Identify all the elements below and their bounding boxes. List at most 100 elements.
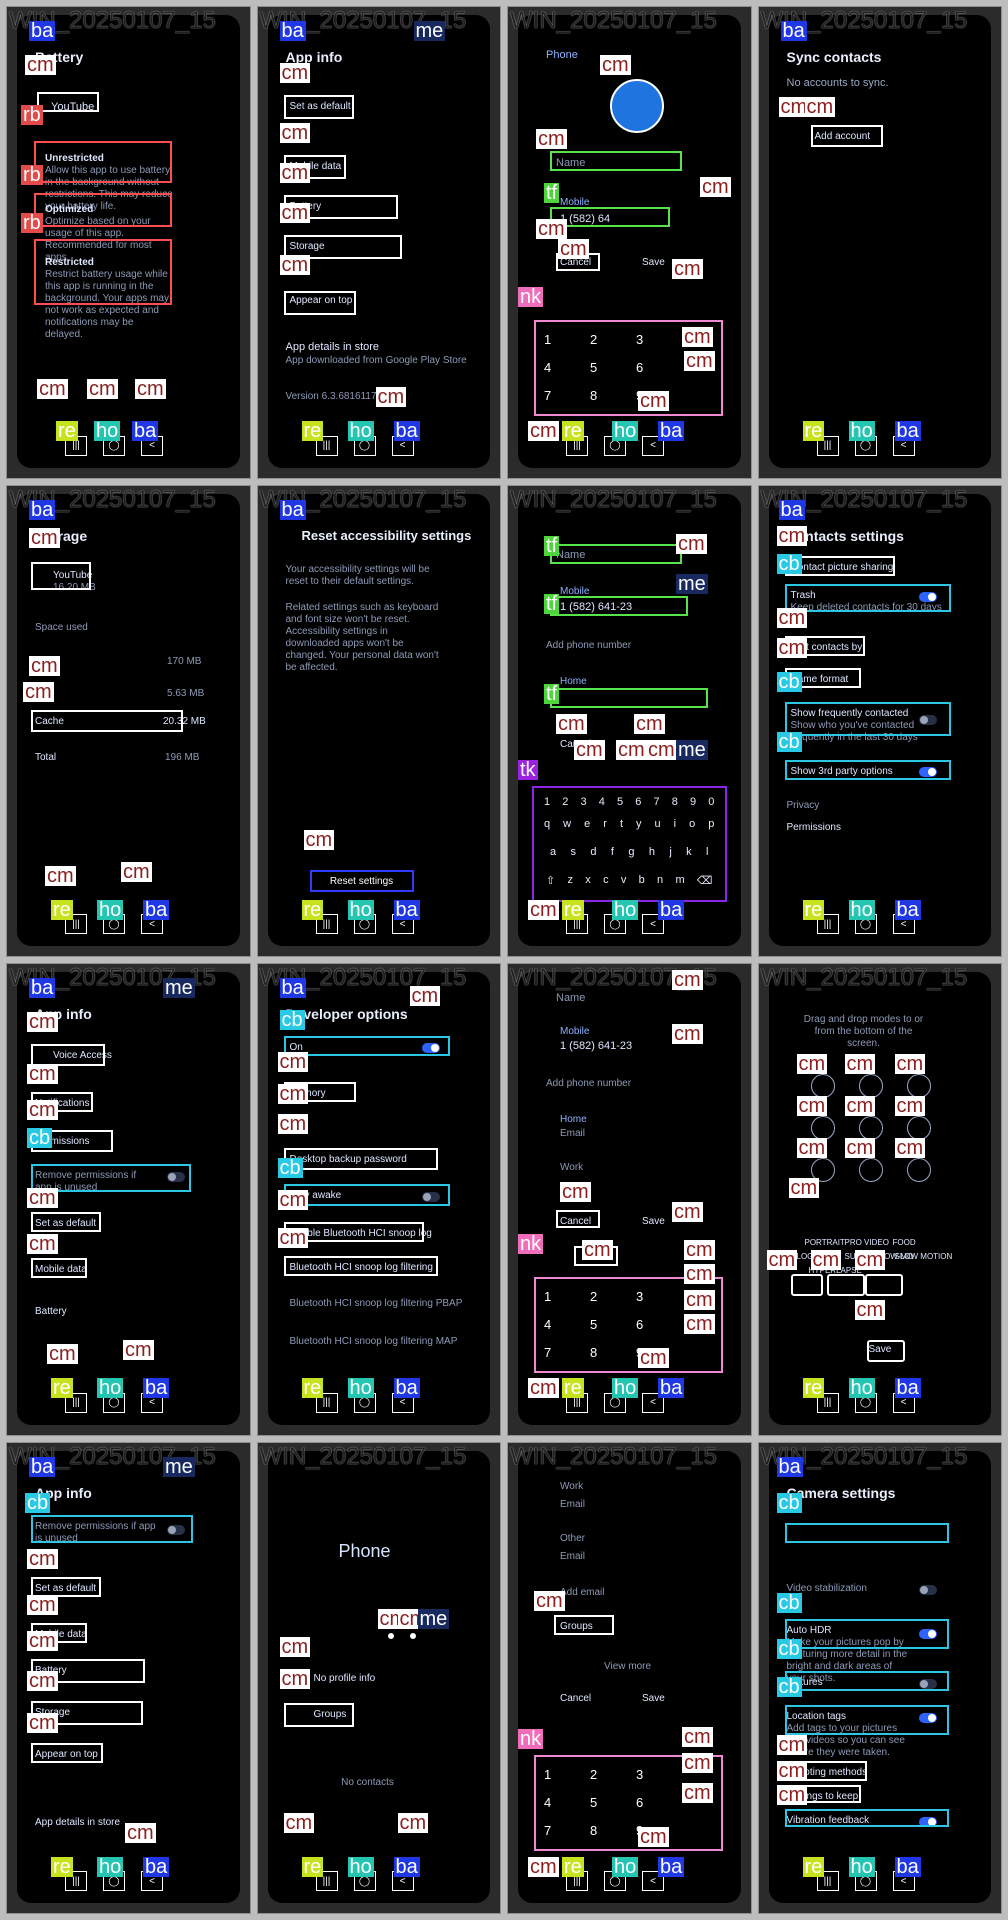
ho-label: ho	[97, 898, 124, 921]
add-account-button[interactable]	[810, 125, 883, 147]
cm-label: cm	[534, 1589, 565, 1612]
cm-label: cm	[23, 680, 54, 703]
optimized-radio-option[interactable]	[34, 193, 172, 227]
cm-label: cm	[844, 1137, 876, 1159]
set-default-row[interactable]	[31, 1212, 101, 1232]
ba-label: ba	[29, 498, 56, 521]
vibration-row[interactable]	[784, 1808, 949, 1827]
trash-row[interactable]	[784, 583, 951, 612]
youtube-row[interactable]	[37, 92, 99, 112]
ho-label: ho	[97, 1855, 124, 1878]
mobile-field[interactable]	[550, 207, 670, 227]
cancel-button[interactable]	[556, 1210, 600, 1228]
cm-label: cm	[279, 1635, 311, 1658]
auto-hdr-row[interactable]	[784, 1618, 949, 1649]
tile-contacts-settings: Contacts settings Contact picture sharin…	[757, 484, 1002, 957]
cm-label: cm	[528, 420, 559, 442]
save-button[interactable]	[866, 1340, 905, 1362]
cb-label: cb	[27, 1127, 53, 1149]
unrestricted-radio-option[interactable]	[34, 141, 172, 183]
cm-label: cm	[894, 1053, 926, 1075]
ho-label: ho	[347, 1377, 374, 1399]
video-stabilization-toggle[interactable]	[918, 1584, 937, 1595]
tk-label: tk	[518, 758, 538, 781]
ba-label: ba	[279, 498, 306, 521]
tile-camera-modes: Drag and drop modes to or from the botto…	[757, 963, 1002, 1436]
backup-row[interactable]	[283, 1148, 438, 1170]
ba-label: ba	[29, 1455, 56, 1478]
cm-label: cm	[776, 1783, 808, 1806]
phone-screen: Camera settings Video stabilization Auto…	[768, 1450, 991, 1903]
ba-label: ba	[658, 1377, 685, 1399]
cm-label: cm	[766, 1249, 798, 1271]
name-field[interactable]	[550, 151, 682, 171]
on-row[interactable]	[283, 1036, 450, 1056]
email-label: Email	[560, 1498, 586, 1510]
groups-row[interactable]	[283, 1702, 354, 1727]
tile-reset-accessibility: Reset accessibility settings Your access…	[256, 484, 501, 957]
cm-label: cm	[303, 828, 335, 851]
third-party-row[interactable]	[784, 759, 951, 780]
ba-label: ba	[780, 20, 807, 42]
tile-app-info: App info Set as default Mobile data Batt…	[256, 6, 501, 479]
cm-label: cm	[528, 1377, 559, 1399]
cm-label: cm	[123, 1339, 154, 1361]
bottom-mode-chip-1[interactable]	[790, 1274, 823, 1296]
profile-text: No profile info	[313, 1672, 376, 1684]
appear-top-row[interactable]	[31, 1742, 103, 1763]
ba-label: ba	[778, 498, 805, 521]
home-field[interactable]	[550, 687, 708, 708]
details-label: App details in store	[35, 1816, 121, 1828]
ho-label: ho	[347, 420, 374, 442]
search-icon[interactable]	[387, 1632, 394, 1639]
qwerty-keyboard[interactable]: 1234567890 qwertyuiop asdfghjkl ⇧ z x c v b n m…	[532, 786, 727, 902]
ba-label: ba	[894, 420, 921, 442]
stay-awake-row[interactable]	[283, 1184, 450, 1206]
groups-row[interactable]	[554, 1614, 614, 1635]
me-label: me	[676, 572, 708, 595]
home-label: Home	[560, 675, 587, 687]
cm-label: cm	[776, 1733, 808, 1756]
appear-top-row[interactable]	[283, 291, 356, 315]
privacy-label: Privacy	[786, 799, 820, 811]
cm-label: cm	[279, 122, 311, 144]
ho-label: ho	[612, 420, 639, 442]
youtube-row[interactable]	[31, 561, 91, 590]
mode-icon-8[interactable]	[858, 1158, 883, 1182]
tile-contact-keyboard: Name Mobile 1 (582) 641-23 Add phone num…	[507, 484, 752, 957]
cm-label: cm	[638, 1825, 669, 1848]
location-tags-row[interactable]	[784, 1704, 949, 1735]
contact-photo-icon[interactable]	[610, 79, 664, 133]
tf-label: tf	[544, 682, 560, 705]
frequent-row[interactable]	[784, 701, 951, 736]
ba-label: ba	[393, 1377, 420, 1399]
mode-icon-9[interactable]	[906, 1158, 931, 1182]
ho-label: ho	[97, 1377, 124, 1399]
set-default-row[interactable]	[283, 95, 354, 119]
cm-label: cm	[279, 1667, 311, 1690]
ba-label: ba	[132, 420, 159, 442]
cm-label: cm	[277, 1227, 309, 1249]
tile-phone-contacts: Phone No profile info Groups No contacts…	[256, 1441, 501, 1914]
name-field[interactable]	[550, 543, 682, 564]
restricted-radio-option[interactable]	[34, 239, 172, 305]
remove-permissions-row[interactable]	[31, 1514, 193, 1543]
ba-label: ba	[279, 977, 306, 999]
ba-label: ba	[776, 1455, 803, 1478]
cb-label: cb	[25, 1491, 51, 1514]
pictures-row[interactable]	[784, 1670, 949, 1691]
top-setting-row[interactable]	[784, 1522, 949, 1543]
mobile-field[interactable]	[550, 595, 688, 616]
cm-label: cm	[682, 1781, 713, 1804]
reset-button[interactable]	[309, 869, 414, 892]
cm-label: cm	[672, 1023, 703, 1045]
space-used-label: Space used	[35, 621, 88, 633]
snoop-filter-row[interactable]	[283, 1256, 438, 1276]
save-button-text: Save	[642, 257, 665, 268]
settings-icon[interactable]	[409, 1632, 416, 1639]
bottom-mode-chip-2[interactable]	[826, 1274, 865, 1296]
mobile-data-row[interactable]	[31, 1258, 87, 1278]
bottom-mode-chip-3[interactable]	[864, 1274, 903, 1296]
cache-row[interactable]	[31, 709, 183, 732]
mode-label-3: FOOD	[892, 1238, 916, 1247]
